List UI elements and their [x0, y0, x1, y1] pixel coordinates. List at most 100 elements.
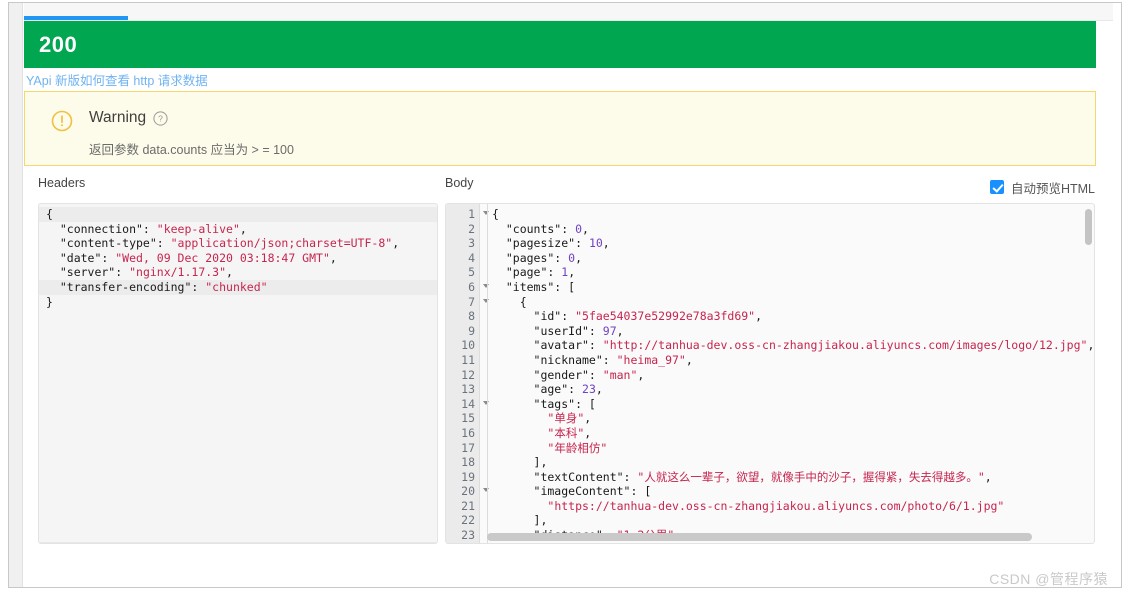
line-number: 5	[446, 265, 479, 280]
line-number: 7	[446, 295, 479, 310]
warning-message: 返回参数 data.counts 应当为 > = 100	[89, 139, 294, 158]
line-number: 10	[446, 338, 479, 353]
code-token: ,	[330, 251, 337, 265]
code-token: 23	[582, 382, 596, 396]
auto-preview-html-toggle[interactable]: 自动预览HTML	[990, 178, 1095, 197]
line-number: 21	[446, 499, 479, 514]
fold-triangle-icon[interactable]	[483, 299, 489, 303]
line-number: 2	[446, 222, 479, 237]
code-token: ,	[582, 222, 589, 236]
code-token: ,	[240, 222, 247, 236]
headers-code: { "connection": "keep-alive", "content-t…	[39, 207, 437, 309]
code-line: "tags": [	[492, 397, 1094, 412]
code-token: "counts":	[492, 222, 575, 236]
code-token: "server":	[46, 265, 129, 279]
body-vertical-scroll-thumb[interactable]	[1085, 209, 1092, 245]
svg-text:?: ?	[158, 113, 163, 123]
body-horizontal-scrollbar[interactable]	[487, 532, 1080, 541]
code-token: {	[492, 207, 499, 221]
fold-triangle-icon[interactable]	[483, 211, 489, 215]
code-token: {	[46, 207, 53, 221]
code-token: ,	[617, 324, 624, 338]
code-token: ,	[584, 426, 591, 440]
code-line: "userId": 97,	[492, 324, 1094, 339]
fold-triangle-icon[interactable]	[483, 284, 489, 288]
code-token: ,	[575, 251, 582, 265]
body-horizontal-scroll-thumb[interactable]	[487, 533, 1032, 541]
line-number: 24	[446, 543, 479, 544]
code-token: "imageContent": [	[492, 484, 651, 498]
line-number: 12	[446, 368, 479, 383]
line-number: 18	[446, 455, 479, 470]
line-number: 1	[446, 207, 479, 222]
code-token: ,	[637, 368, 644, 382]
checkbox-checked-icon[interactable]	[990, 180, 1004, 194]
code-line: ],	[492, 455, 1094, 470]
code-token: "25天前"	[630, 543, 681, 544]
code-token: "年龄相仿"	[547, 441, 607, 455]
body-pane-label: Body	[445, 176, 474, 198]
code-token: ,	[681, 543, 688, 544]
line-number: 15	[446, 411, 479, 426]
code-line: "imageContent": [	[492, 484, 1094, 499]
code-token: "nginx/1.17.3"	[129, 265, 226, 279]
code-token: "keep-alive"	[157, 222, 240, 236]
code-line: "nickname": "heima_97",	[492, 353, 1094, 368]
code-line: "本科",	[492, 426, 1094, 441]
line-number: 11	[446, 353, 479, 368]
code-token: "age":	[492, 382, 582, 396]
code-token: "createDate":	[492, 543, 630, 544]
yapi-help-link[interactable]: YApi 新版如何查看 http 请求数据	[26, 70, 208, 89]
code-token	[492, 411, 547, 425]
code-token: "本科"	[547, 426, 584, 440]
code-token: 0	[575, 222, 582, 236]
code-line: "年龄相仿"	[492, 441, 1094, 456]
headers-pane-label: Headers	[38, 176, 438, 198]
code-token: "Wed, 09 Dec 2020 03:18:47 GMT"	[115, 251, 330, 265]
question-circle-icon[interactable]: ?	[153, 111, 168, 126]
body-editor[interactable]: 123456789101112131415161718192021222324 …	[445, 203, 1095, 544]
code-line: "connection": "keep-alive",	[39, 222, 437, 237]
active-tab-indicator[interactable]	[24, 16, 128, 20]
status-banner: 200	[24, 21, 1096, 68]
line-number: 13	[446, 382, 479, 397]
code-token: "pages":	[492, 251, 568, 265]
headers-editor[interactable]: { "connection": "keep-alive", "content-t…	[38, 203, 438, 544]
code-token: "id":	[492, 309, 575, 323]
code-token: ,	[985, 470, 992, 484]
code-line: "pagesize": 10,	[492, 236, 1094, 251]
code-token: "tags": [	[492, 397, 596, 411]
code-line: {	[492, 207, 1094, 222]
code-token: 97	[603, 324, 617, 338]
code-token	[492, 499, 547, 513]
body-pane: Body 自动预览HTML 12345678910111213141516171…	[445, 176, 1095, 572]
code-line: "counts": 0,	[492, 222, 1094, 237]
code-line: "avatar": "http://tanhua-dev.oss-cn-zhan…	[492, 338, 1094, 353]
code-line: "createDate": "25天前",	[492, 543, 1094, 544]
response-content: 200 YApi 新版如何查看 http 请求数据 Warning ?	[24, 21, 1113, 587]
help-link-row: YApi 新版如何查看 http 请求数据	[24, 68, 1096, 91]
code-token: "application/json;charset=UTF-8"	[171, 236, 393, 250]
code-token: "content-type":	[46, 236, 171, 250]
code-line: ],	[492, 513, 1094, 528]
watermark: CSDN @管程序猿	[989, 569, 1108, 589]
code-token: ,	[686, 353, 693, 367]
app-root: 200 YApi 新版如何查看 http 请求数据 Warning ?	[0, 0, 1130, 597]
line-number: 17	[446, 441, 479, 456]
code-token: "heima_97"	[617, 353, 686, 367]
code-line: "gender": "man",	[492, 368, 1094, 383]
code-token: ,	[226, 265, 233, 279]
code-token: "man"	[603, 368, 638, 382]
code-token: ,	[596, 382, 603, 396]
code-token: "nickname":	[492, 353, 617, 367]
headers-pane: Headers { "connection": "keep-alive", "c…	[38, 176, 438, 572]
line-number: 3	[446, 236, 479, 251]
code-token: ,	[755, 309, 762, 323]
code-line: "pages": 0,	[492, 251, 1094, 266]
line-number: 20	[446, 484, 479, 499]
code-token: {	[492, 295, 527, 309]
body-vertical-scrollbar[interactable]	[1084, 205, 1093, 544]
code-line: "content-type": "application/json;charse…	[39, 236, 437, 251]
fold-triangle-icon[interactable]	[483, 488, 489, 492]
fold-triangle-icon[interactable]	[483, 401, 489, 405]
